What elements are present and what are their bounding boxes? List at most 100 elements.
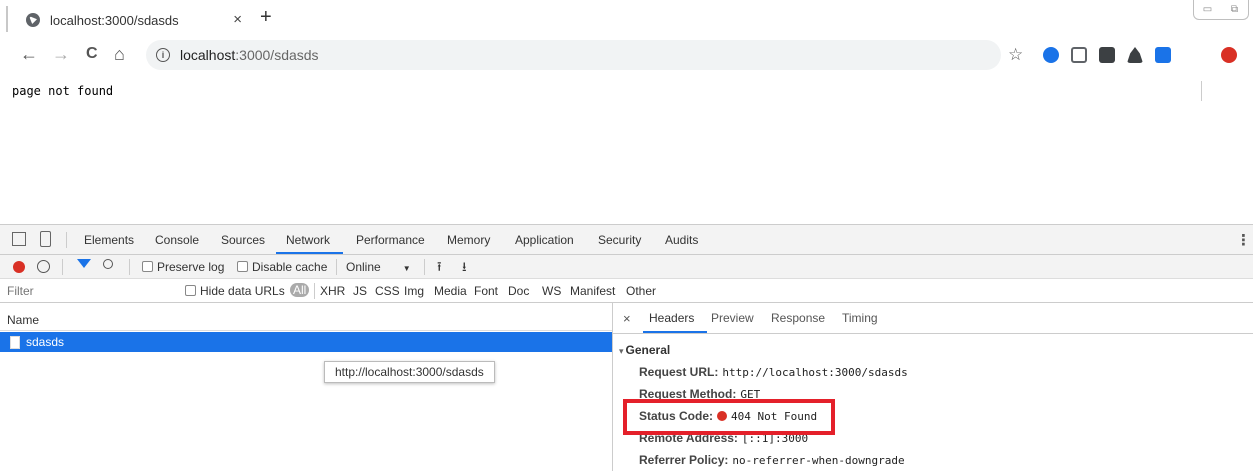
request-url-value: http://localhost:3000/sdasds bbox=[722, 366, 908, 379]
devtools-panel: Elements Console Sources Network Perform… bbox=[0, 224, 1253, 471]
tab-memory[interactable]: Memory bbox=[447, 233, 490, 247]
detail-tab-headers[interactable]: Headers bbox=[649, 311, 694, 325]
network-toolbar: Preserve log Disable cache Online ▼ ⭱ ⭳ bbox=[0, 255, 1253, 279]
ext-dots-icon[interactable] bbox=[1099, 47, 1115, 63]
bookmark-star-icon[interactable]: ☆ bbox=[1008, 45, 1023, 65]
status-code-highlight bbox=[623, 399, 835, 435]
disable-cache-label: Disable cache bbox=[252, 260, 328, 274]
requests-column-header[interactable]: Name bbox=[0, 309, 612, 331]
filter-type-media[interactable]: Media bbox=[434, 284, 467, 298]
request-url-key: Request URL: bbox=[639, 365, 719, 379]
tab-audits[interactable]: Audits bbox=[665, 233, 698, 247]
clear-icon[interactable] bbox=[37, 260, 50, 273]
general-section-toggle[interactable]: ▾ General bbox=[619, 343, 670, 357]
tab-strip-edge bbox=[6, 6, 8, 32]
request-row[interactable]: sdasds bbox=[0, 332, 612, 352]
filter-type-all[interactable]: All bbox=[290, 283, 310, 297]
toolbar-separator bbox=[129, 259, 130, 275]
info-icon[interactable]: i bbox=[156, 48, 170, 62]
tab-strip: localhost:3000/sdasds × + ▭ ⧉ bbox=[0, 0, 1253, 36]
filter-type-other[interactable]: Other bbox=[626, 284, 656, 298]
ext-add-icon[interactable] bbox=[1155, 47, 1171, 63]
request-url-row: Request URL: http://localhost:3000/sdasds bbox=[639, 365, 908, 379]
filter-type-ws[interactable]: WS bbox=[542, 284, 561, 298]
filter-separator bbox=[314, 283, 315, 299]
address-bar[interactable]: i localhost:3000/sdasds bbox=[146, 40, 1001, 70]
tab-console[interactable]: Console bbox=[155, 233, 199, 247]
ext-plus-icon[interactable] bbox=[1043, 47, 1059, 63]
back-button[interactable]: ← bbox=[20, 44, 38, 64]
window-controls: ▭ ⧉ bbox=[1193, 0, 1249, 20]
document-icon bbox=[10, 335, 20, 349]
tab-security[interactable]: Security bbox=[598, 233, 641, 247]
reload-button[interactable]: C bbox=[86, 44, 98, 64]
filter-type-img[interactable]: Img bbox=[404, 284, 424, 298]
filter-input[interactable] bbox=[4, 282, 172, 300]
active-tab-indicator bbox=[276, 252, 343, 254]
hide-data-urls-label: Hide data URLs bbox=[200, 284, 285, 298]
export-har-icon[interactable]: ⭳ bbox=[462, 258, 467, 280]
request-detail-panel: × Headers Preview Response Timing ▾ Gener… bbox=[612, 303, 1253, 471]
general-section-title: General bbox=[625, 343, 671, 357]
preserve-log-label: Preserve log bbox=[157, 260, 225, 274]
devtools-tab-bar: Elements Console Sources Network Perform… bbox=[0, 225, 1253, 255]
toolbar-separator bbox=[336, 259, 337, 275]
tab-close-button[interactable]: × bbox=[233, 11, 242, 28]
throttling-value: Online bbox=[346, 260, 381, 274]
ext-agent-icon[interactable] bbox=[1127, 47, 1143, 63]
device-toolbar-icon[interactable] bbox=[40, 231, 51, 247]
referrer-policy-value: no-referrer-when-downgrade bbox=[732, 454, 905, 467]
hide-data-urls-checkbox[interactable]: Hide data URLs bbox=[185, 284, 285, 298]
new-tab-button[interactable]: + bbox=[260, 6, 272, 29]
address-host: localhost bbox=[180, 47, 236, 63]
request-url-tooltip: http://localhost:3000/sdasds bbox=[324, 361, 495, 383]
page-not-found-text: page not found bbox=[12, 84, 114, 98]
forward-button[interactable]: → bbox=[52, 44, 70, 64]
filter-type-js[interactable]: JS bbox=[353, 284, 367, 298]
filter-type-doc[interactable]: Doc bbox=[508, 284, 529, 298]
disable-cache-checkbox[interactable]: Disable cache bbox=[237, 260, 327, 274]
toolbar-separator bbox=[62, 259, 63, 275]
filter-icon[interactable] bbox=[77, 259, 91, 268]
detail-tab-timing[interactable]: Timing bbox=[842, 311, 878, 325]
more-menu-icon[interactable]: ⋮ bbox=[1236, 231, 1251, 249]
detail-tab-preview[interactable]: Preview bbox=[711, 311, 754, 325]
referrer-policy-row: Referrer Policy: no-referrer-when-downgra… bbox=[639, 453, 905, 467]
detail-tab-bar: × Headers Preview Response Timing bbox=[613, 309, 1253, 334]
globe-icon bbox=[26, 13, 40, 27]
minimize-button[interactable]: ▭ bbox=[1194, 0, 1221, 19]
filter-type-xhr[interactable]: XHR bbox=[320, 284, 345, 298]
browser-toolbar: ← → C ⌂ i localhost:3000/sdasds ☆ bbox=[0, 36, 1253, 101]
request-name: sdasds bbox=[26, 335, 65, 349]
tab-network[interactable]: Network bbox=[286, 233, 330, 247]
tab-sources[interactable]: Sources bbox=[221, 233, 265, 247]
requests-list: sdasds bbox=[0, 332, 612, 352]
throttling-select[interactable]: Online ▼ bbox=[346, 260, 411, 274]
ext-copy-icon[interactable] bbox=[1071, 47, 1087, 63]
close-detail-button[interactable]: × bbox=[623, 311, 631, 326]
tab-elements[interactable]: Elements bbox=[84, 233, 134, 247]
chevron-down-icon: ▼ bbox=[402, 264, 411, 273]
tab-separator bbox=[66, 232, 67, 248]
search-icon[interactable] bbox=[103, 259, 113, 269]
home-button[interactable]: ⌂ bbox=[114, 44, 125, 64]
active-detail-tab-indicator bbox=[643, 331, 707, 333]
restore-button[interactable]: ⧉ bbox=[1221, 0, 1248, 19]
browser-tab[interactable]: localhost:3000/sdasds × bbox=[14, 4, 254, 36]
filter-type-font[interactable]: Font bbox=[474, 284, 498, 298]
caret-down-icon: ▾ bbox=[619, 346, 624, 356]
detail-tab-response[interactable]: Response bbox=[771, 311, 825, 325]
filter-type-manifest[interactable]: Manifest bbox=[570, 284, 615, 298]
preserve-log-checkbox[interactable]: Preserve log bbox=[142, 260, 224, 274]
page-content: page not found bbox=[0, 74, 1253, 224]
inspect-element-icon[interactable] bbox=[12, 232, 26, 246]
address-url: localhost:3000/sdasds bbox=[180, 47, 319, 63]
tab-performance[interactable]: Performance bbox=[356, 233, 425, 247]
ext-stop-icon[interactable] bbox=[1221, 47, 1237, 63]
filter-type-css[interactable]: CSS bbox=[375, 284, 400, 298]
toolbar-separator bbox=[424, 259, 425, 275]
tab-application[interactable]: Application bbox=[515, 233, 574, 247]
import-har-icon[interactable]: ⭱ bbox=[437, 258, 442, 280]
tab-title: localhost:3000/sdasds bbox=[50, 12, 179, 28]
record-icon[interactable] bbox=[13, 261, 25, 273]
